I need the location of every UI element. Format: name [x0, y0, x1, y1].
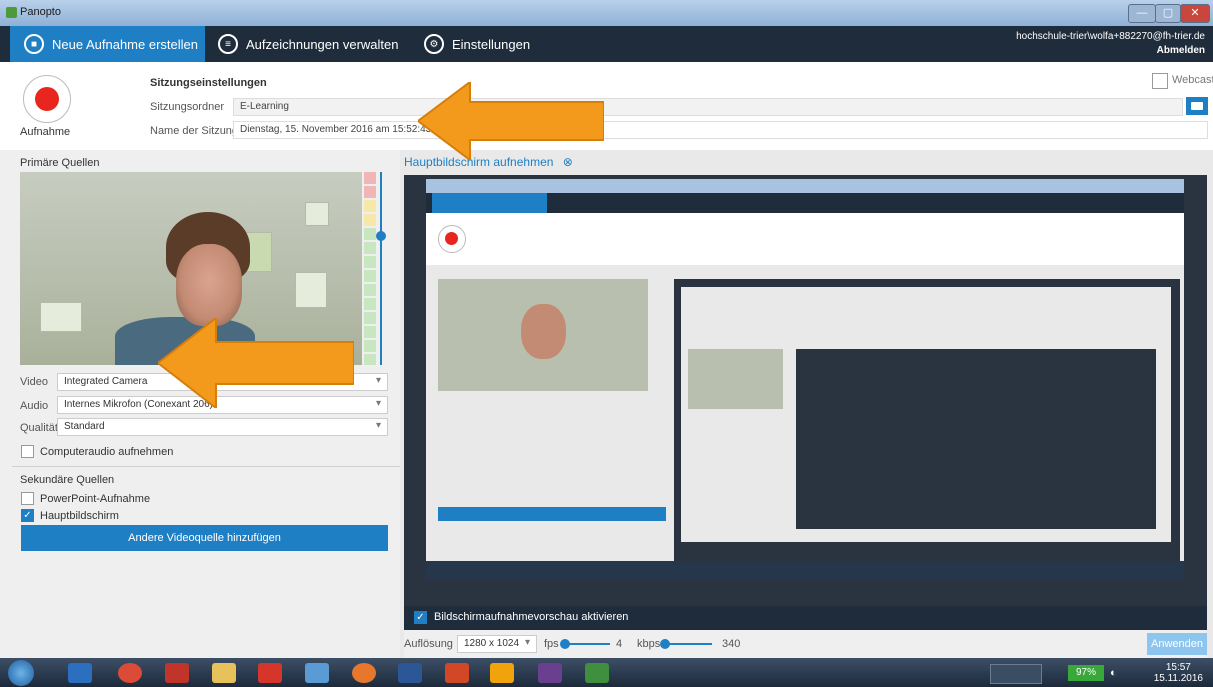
kbps-label: kbps	[637, 638, 661, 650]
record-label: Aufnahme	[20, 126, 71, 138]
window-title: Panopto	[20, 6, 61, 18]
person-face	[176, 244, 242, 326]
battery-indicator[interactable]: 97%	[1068, 665, 1104, 681]
user-account: hochschule-trier\wolfa+882270@fh-trier.d…	[1016, 31, 1205, 42]
app-icon[interactable]	[538, 663, 562, 683]
tab-settings-label: Einstellungen	[452, 36, 531, 52]
fps-value: 4	[616, 638, 623, 650]
tab-new-recording-label: Neue Aufnahme erstellen	[52, 36, 198, 52]
main-screen-label: Hauptbildschirm	[40, 510, 119, 522]
session-settings-heading: Sitzungseinstellungen	[150, 77, 267, 89]
user-info: hochschule-trier\wolfa+882270@fh-trier.d…	[1016, 30, 1205, 58]
file-explorer-icon[interactable]	[212, 663, 236, 683]
chevron-down-icon: ▾	[524, 637, 530, 648]
nested-screen	[426, 179, 1184, 579]
screen-capture-preview	[404, 175, 1207, 606]
powerpoint-checkbox[interactable]	[21, 492, 34, 505]
webcast-checkbox[interactable]	[1152, 73, 1168, 89]
audio-level-meter	[364, 172, 376, 365]
video-select-value: Integrated Camera	[64, 376, 148, 387]
video-label: Video	[20, 376, 48, 388]
session-name-label: Name der Sitzung	[150, 125, 239, 137]
network-icon[interactable]	[990, 664, 1042, 684]
panopto-app-icon	[6, 7, 17, 18]
quality-select-value: Standard	[64, 421, 105, 432]
chevron-down-icon: ▾	[375, 375, 381, 386]
tab-manage-recordings-label: Aufzeichnungen verwalten	[246, 36, 399, 52]
wall-poster	[305, 202, 329, 226]
gear-icon: ⚙	[424, 34, 444, 54]
list-icon: ≡	[218, 34, 238, 54]
session-folder-label: Sitzungsordner	[150, 101, 224, 113]
resolution-select[interactable]: 1280 x 1024 ▾	[457, 635, 537, 653]
chevron-down-icon: ▾	[375, 398, 381, 409]
app-icon[interactable]	[165, 663, 189, 683]
kbps-slider-handle[interactable]	[660, 639, 670, 649]
folder-icon[interactable]	[1186, 97, 1208, 115]
apply-button[interactable]: Anwenden	[1147, 633, 1207, 655]
main-screen-checkbox[interactable]: ✓	[21, 509, 34, 522]
volume-slider-handle[interactable]	[376, 231, 386, 241]
session-name-field[interactable]: Dienstag, 15. November 2016 am 15:52:43	[233, 121, 1208, 139]
chevron-down-icon: ▾	[375, 420, 381, 431]
webcast-label: Webcast	[1172, 74, 1213, 86]
primary-sources-title: Primäre Quellen	[20, 157, 100, 169]
clock-date: 15.11.2016	[1153, 673, 1203, 684]
tray-icon[interactable]: ◐	[1110, 667, 1117, 679]
chrome-icon[interactable]	[118, 663, 142, 683]
volume-slider-track[interactable]	[380, 172, 382, 365]
section-divider	[12, 466, 400, 467]
minimize-button[interactable]: —	[1128, 4, 1156, 23]
maximize-button[interactable]: ▢	[1155, 4, 1181, 23]
app-icon[interactable]	[585, 663, 609, 683]
media-player-icon[interactable]	[68, 663, 92, 683]
preview-enable-checkbox[interactable]: ✓	[414, 611, 427, 624]
word-icon[interactable]	[398, 663, 422, 683]
encoding-settings-bar: Auflösung 1280 x 1024 ▾ fps 4 kbps 340	[404, 630, 1207, 658]
window-title-bar: Panopto — ▢ ✕	[0, 0, 1213, 26]
computer-audio-label: Computeraudio aufnehmen	[40, 446, 174, 458]
quality-label: Qualität	[20, 422, 58, 434]
session-folder-field[interactable]: E-Learning	[233, 98, 1183, 116]
quality-select[interactable]: Standard ▾	[57, 418, 388, 436]
record-button[interactable]	[23, 75, 71, 123]
tab-settings[interactable]: ⚙ Einstellungen	[424, 26, 530, 62]
logout-link[interactable]: Abmelden	[1016, 44, 1205, 58]
firefox-icon[interactable]	[352, 663, 376, 683]
resolution-label: Auflösung	[404, 638, 453, 650]
main-navigation: ■ Neue Aufnahme erstellen ≡ Aufzeichnung…	[0, 26, 1213, 62]
secondary-sources-title: Sekundäre Quellen	[20, 474, 115, 486]
camera-icon: ■	[24, 34, 44, 54]
orange-arrow-annotation	[418, 82, 604, 160]
app-icon[interactable]	[258, 663, 282, 683]
taskbar-clock[interactable]: 15:57 15.11.2016	[1154, 662, 1203, 684]
resolution-select-value: 1280 x 1024	[464, 638, 520, 649]
computer-audio-checkbox[interactable]	[21, 445, 34, 458]
fps-label: fps	[544, 638, 559, 650]
preview-enable-label: Bildschirmaufnahmevorschau aktivieren	[434, 611, 629, 623]
windows-start-icon[interactable]	[8, 660, 34, 686]
fps-slider-handle[interactable]	[560, 639, 570, 649]
wall-poster	[295, 272, 327, 308]
audio-label: Audio	[20, 400, 49, 412]
orange-arrow-annotation	[158, 318, 354, 408]
preview-toggle-bar: ✓ Bildschirmaufnahmevorschau aktivieren	[404, 606, 1207, 630]
kbps-value: 340	[722, 638, 741, 650]
wall-poster	[40, 302, 82, 332]
app-icon[interactable]	[305, 663, 329, 683]
tab-new-recording[interactable]: ■ Neue Aufnahme erstellen	[10, 26, 205, 62]
powerpoint-icon[interactable]	[445, 663, 469, 683]
close-button[interactable]: ✕	[1180, 4, 1210, 23]
clock-time: 15:57	[1165, 662, 1191, 673]
tab-manage-recordings[interactable]: ≡ Aufzeichnungen verwalten	[218, 26, 399, 62]
add-video-source-button[interactable]: Andere Videoquelle hinzufügen	[21, 525, 388, 551]
powerpoint-label: PowerPoint-Aufnahme	[40, 493, 151, 505]
outlook-icon[interactable]	[490, 663, 514, 683]
